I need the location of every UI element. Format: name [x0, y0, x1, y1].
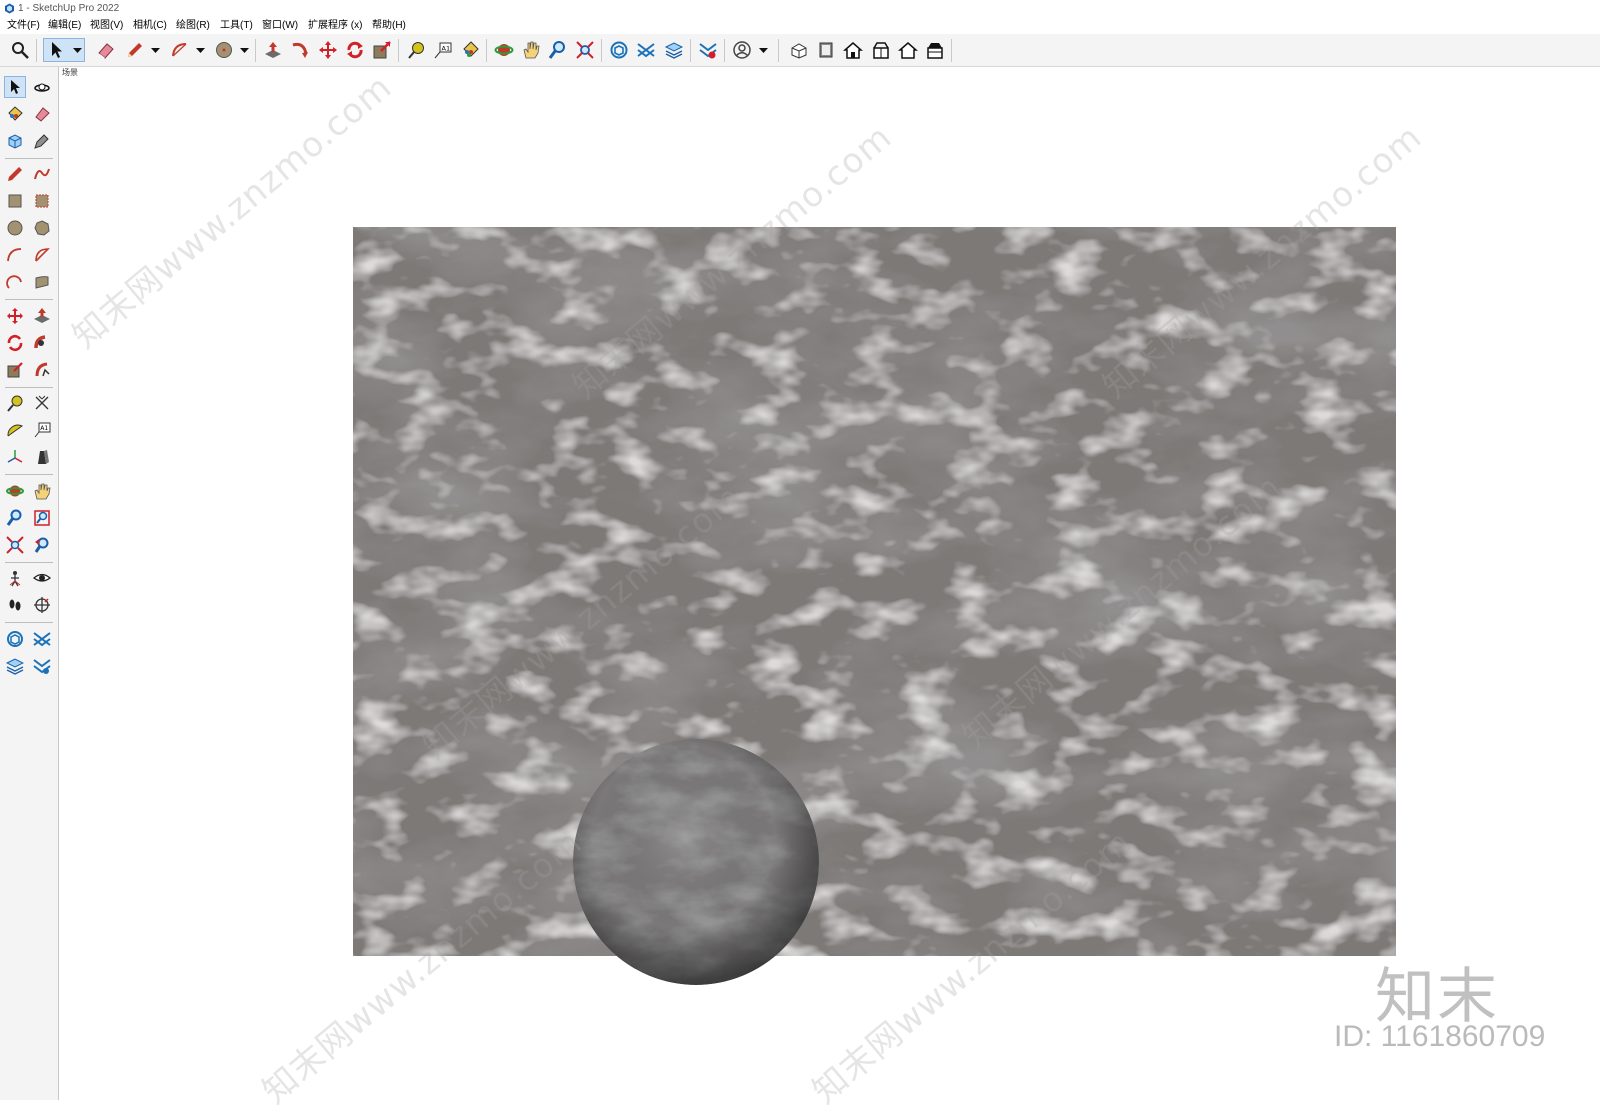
- tape-measure-icon[interactable]: [4, 392, 26, 414]
- pan-icon[interactable]: [519, 38, 543, 62]
- menu-bar: 文件(F) 编辑(E) 视图(V) 相机(C) 绘图(R) 工具(T) 窗口(W…: [0, 17, 1600, 34]
- rotate-icon[interactable]: [4, 332, 26, 354]
- scale-icon[interactable]: [4, 359, 26, 381]
- pan-icon[interactable]: [31, 480, 53, 502]
- menu-view[interactable]: 视图(V): [88, 17, 125, 34]
- menu-help[interactable]: 帮助(H): [370, 17, 408, 34]
- front-view-icon[interactable]: [841, 38, 865, 62]
- menu-camera[interactable]: 相机(C): [131, 17, 169, 34]
- zoom-window-icon[interactable]: [31, 507, 53, 529]
- menu-window[interactable]: 窗口(W): [260, 17, 300, 34]
- left-toolbar: A1: [0, 67, 59, 1100]
- layout-icon[interactable]: [662, 38, 686, 62]
- select-icon[interactable]: [4, 76, 26, 98]
- push-pull-icon[interactable]: [31, 305, 53, 327]
- svg-text:A1: A1: [40, 425, 48, 432]
- tape-measure-icon[interactable]: [404, 38, 428, 62]
- 3d-text-icon[interactable]: [31, 446, 53, 468]
- polygon-icon[interactable]: [31, 217, 53, 239]
- text-icon[interactable]: A1: [431, 38, 455, 62]
- main-toolbar: A1: [0, 34, 1600, 67]
- circle-icon[interactable]: [212, 38, 236, 62]
- follow-me-icon[interactable]: [288, 38, 312, 62]
- extension-warehouse-icon[interactable]: [31, 628, 53, 650]
- marble-slab: [353, 227, 1396, 956]
- menu-file[interactable]: 文件(F): [5, 17, 42, 34]
- menu-draw[interactable]: 绘图(R): [174, 17, 212, 34]
- top-view-icon[interactable]: [814, 38, 838, 62]
- svg-text:A1: A1: [442, 45, 451, 53]
- zoom-icon[interactable]: [8, 38, 32, 62]
- menu-edit[interactable]: 编辑(E): [46, 17, 83, 34]
- position-camera-icon[interactable]: [4, 567, 26, 589]
- window-title: 1 - SketchUp Pro 2022: [18, 3, 120, 14]
- axes-icon[interactable]: [4, 446, 26, 468]
- eraser-icon[interactable]: [94, 38, 118, 62]
- extension-manager-icon[interactable]: [696, 38, 720, 62]
- 2point-arc-icon[interactable]: [4, 271, 26, 293]
- back-view-icon[interactable]: [896, 38, 920, 62]
- section-plane-icon[interactable]: [31, 594, 53, 616]
- paint-bucket-icon[interactable]: [4, 103, 26, 125]
- push-pull-icon[interactable]: [261, 38, 285, 62]
- sketchup-app-icon: [5, 3, 14, 14]
- 3d-warehouse-icon[interactable]: [607, 38, 631, 62]
- move-icon[interactable]: [316, 38, 340, 62]
- pie-icon[interactable]: [31, 244, 53, 266]
- freehand-icon[interactable]: [31, 163, 53, 185]
- move-icon[interactable]: [4, 305, 26, 327]
- rotate-icon[interactable]: [343, 38, 367, 62]
- look-around-icon[interactable]: [31, 567, 53, 589]
- previous-view-icon[interactable]: [31, 534, 53, 556]
- marble-sphere: [573, 739, 819, 985]
- menu-tools[interactable]: 工具(T): [218, 17, 255, 34]
- follow-me-icon[interactable]: [31, 332, 53, 354]
- scale-icon[interactable]: [370, 38, 394, 62]
- extension-warehouse-icon[interactable]: [634, 38, 658, 62]
- select-dropdown-chevron-icon[interactable]: [73, 47, 82, 54]
- orbit-icon[interactable]: [4, 480, 26, 502]
- orbit-icon[interactable]: [492, 38, 516, 62]
- arc-dropdown-chevron-icon[interactable]: [196, 47, 205, 54]
- walk-icon[interactable]: [4, 594, 26, 616]
- left-view-icon[interactable]: [923, 38, 947, 62]
- rectangle-icon[interactable]: [4, 190, 26, 212]
- zoom-extents-icon[interactable]: [4, 534, 26, 556]
- offset-icon[interactable]: [31, 359, 53, 381]
- watermark-image-id: ID: 1161860709: [1334, 1020, 1546, 1053]
- pencil-dropdown-chevron-icon[interactable]: [151, 47, 160, 54]
- circle-icon[interactable]: [4, 217, 26, 239]
- account-icon[interactable]: [730, 38, 754, 62]
- zoom-extents-icon[interactable]: [573, 38, 597, 62]
- make-component-icon[interactable]: [4, 130, 26, 152]
- 3point-arc-icon[interactable]: [31, 271, 53, 293]
- right-view-icon[interactable]: [869, 38, 893, 62]
- dimension-icon[interactable]: [31, 392, 53, 414]
- layout-icon[interactable]: [4, 655, 26, 677]
- menu-extensions[interactable]: 扩展程序 (x): [306, 17, 364, 34]
- title-bar: 1 - SketchUp Pro 2022: [0, 0, 1600, 17]
- 3d-warehouse-icon[interactable]: [4, 628, 26, 650]
- paint-bucket-icon[interactable]: [458, 38, 482, 62]
- pencil-icon[interactable]: [123, 38, 147, 62]
- iso-view-icon[interactable]: [787, 38, 811, 62]
- circle-dropdown-chevron-icon[interactable]: [240, 47, 249, 54]
- text-icon[interactable]: A1: [31, 419, 53, 441]
- zoom-icon[interactable]: [4, 507, 26, 529]
- account-dropdown-chevron-icon[interactable]: [759, 47, 768, 54]
- zoom-window-icon[interactable]: [546, 38, 570, 62]
- arc-icon[interactable]: [4, 244, 26, 266]
- protractor-icon[interactable]: [4, 419, 26, 441]
- extension-manager-icon[interactable]: [31, 655, 53, 677]
- eraser-icon[interactable]: [31, 103, 53, 125]
- orbit-icon[interactable]: [31, 76, 53, 98]
- arc-icon[interactable]: [168, 38, 192, 62]
- tag-icon[interactable]: [31, 130, 53, 152]
- rotated-rectangle-icon[interactable]: [31, 190, 53, 212]
- line-icon[interactable]: [4, 163, 26, 185]
